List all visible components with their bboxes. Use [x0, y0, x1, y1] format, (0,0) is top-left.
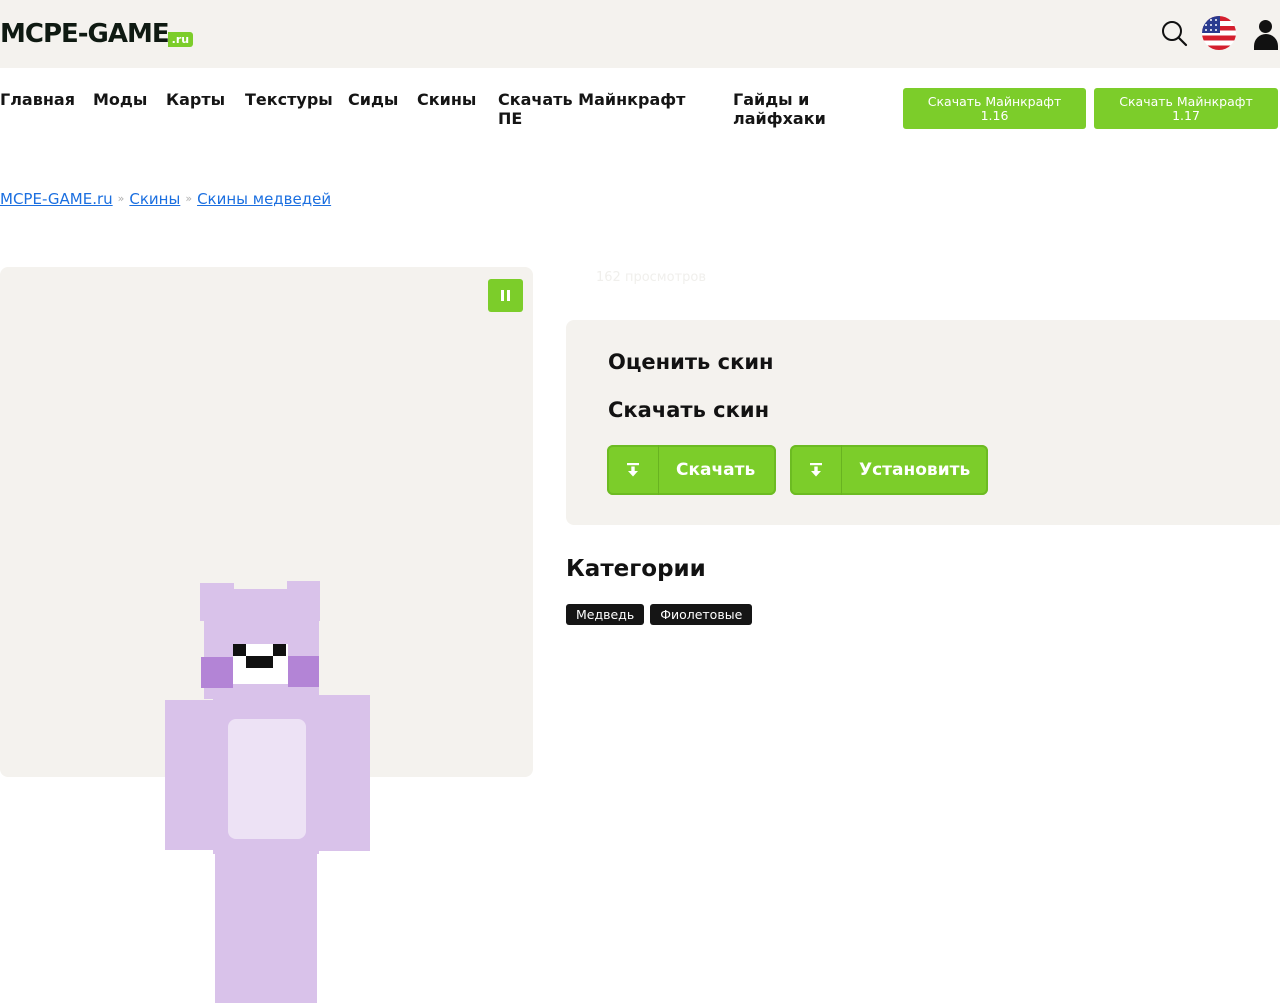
flag-star [1215, 24, 1217, 26]
pause-icon[interactable] [488, 279, 523, 312]
skin-nose [246, 656, 273, 668]
user-icon[interactable] [1250, 16, 1280, 50]
skin-left-eye [233, 644, 246, 656]
download-button-label: Скачать [676, 460, 756, 480]
tag-bear[interactable]: Медведь [566, 604, 645, 625]
nav-item-maps[interactable]: Карты [166, 90, 225, 109]
flag-star [1205, 29, 1207, 31]
download-minecraft-116-button[interactable]: Скачать Майнкрафт 1.16 [903, 88, 1086, 129]
logo-domain-badge: .ru [167, 32, 194, 47]
nav-item-download-pe[interactable]: Скачать Майнкрафт ПЕ [498, 90, 703, 128]
skin-belly [228, 719, 306, 839]
user-icon-head [1259, 20, 1272, 33]
nav-item-textures[interactable]: Текстуры [245, 90, 333, 109]
download-icon [790, 445, 842, 495]
nav-item-guides[interactable]: Гайды и лайфхаки [733, 90, 833, 128]
skin-left-cheek [201, 657, 233, 688]
flag-star [1205, 24, 1207, 26]
skin-preview-panel[interactable] [0, 267, 533, 1003]
flag-star [1210, 19, 1212, 21]
pause-bar [501, 290, 504, 301]
nav-item-mods[interactable]: Моды [93, 90, 147, 109]
site-logo[interactable]: MCPE-GAME .ru [0, 18, 194, 50]
flag-star [1215, 29, 1217, 31]
flag-canton [1202, 16, 1220, 33]
pause-bar [507, 290, 510, 301]
skin-right-arm [318, 695, 370, 851]
view-count: 162 просмотров [596, 270, 706, 285]
logo-text: MCPE-GAME [0, 19, 170, 49]
button-line-2: 1.16 [980, 107, 1009, 123]
user-icon-body [1254, 34, 1278, 50]
breadcrumb: MCPE-GAME.ru » Скины » Скины медведей [0, 189, 331, 209]
search-icon[interactable] [1160, 18, 1188, 48]
button-line-2: 1.17 [1172, 107, 1200, 123]
install-button[interactable]: Установить [790, 445, 988, 495]
skin-legs [215, 847, 317, 1003]
download-button[interactable]: Скачать [607, 445, 776, 495]
download-minecraft-117-button[interactable]: Скачать Майнкрафт 1.17 [1094, 88, 1278, 129]
flag-star [1210, 29, 1212, 31]
skin-right-cheek [288, 656, 319, 687]
breadcrumb-home[interactable]: MCPE-GAME.ru [0, 189, 113, 209]
flag-star [1205, 19, 1207, 21]
us-flag-icon[interactable] [1202, 16, 1236, 50]
main-nav: Главная Моды Карты Текстуры Сиды Скины С… [0, 90, 1280, 130]
skin-right-eye [273, 644, 286, 656]
header-icons [1160, 16, 1280, 50]
flag-star [1210, 24, 1212, 26]
skin-left-arm [165, 700, 217, 850]
rate-skin-title: Оценить скин [608, 350, 774, 374]
nav-item-seeds[interactable]: Сиды [348, 90, 398, 109]
tag-purple[interactable]: Фиолетовые [650, 604, 753, 625]
button-line-1: Скачать Майнкрафт [1119, 93, 1253, 109]
breadcrumb-separator: » [117, 192, 125, 205]
category-tags: Медведь Фиолетовые [566, 604, 753, 625]
download-skin-title: Скачать скин [608, 398, 770, 422]
breadcrumb-bear-skins[interactable]: Скины медведей [197, 189, 331, 209]
button-line-1: Скачать Майнкрафт [927, 93, 1062, 109]
breadcrumb-separator: » [185, 192, 193, 205]
install-button-label: Установить [859, 460, 971, 480]
nav-item-skins[interactable]: Скины [417, 90, 476, 109]
breadcrumb-skins[interactable]: Скины [129, 189, 180, 209]
categories-title: Категории [566, 556, 706, 582]
flag-star [1215, 19, 1217, 21]
download-icon [607, 445, 659, 495]
nav-item-home[interactable]: Главная [0, 90, 75, 109]
